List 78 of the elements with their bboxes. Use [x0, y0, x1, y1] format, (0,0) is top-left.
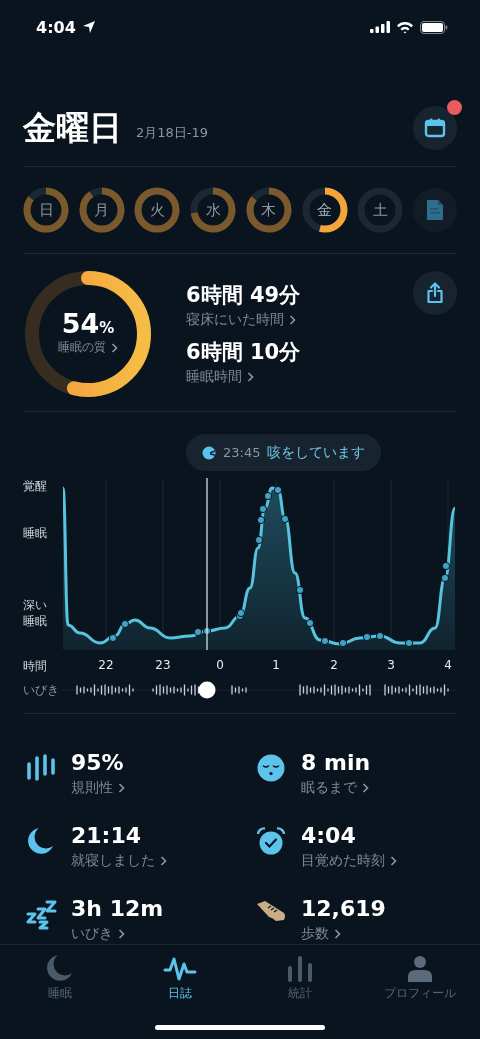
- day-ring-button[interactable]: 日: [23, 187, 69, 233]
- tab[interactable]: プロフィール: [360, 954, 480, 1002]
- stat-link[interactable]: 眠るまで: [301, 779, 371, 797]
- stat-value: 95%: [71, 750, 125, 776]
- chevron-icon: [289, 315, 296, 325]
- stat-link[interactable]: 歩数: [301, 925, 386, 943]
- stat-value: 21:14: [71, 823, 143, 849]
- quality-value: 54: [61, 308, 100, 339]
- day-title: 金曜日: [23, 106, 122, 149]
- tab[interactable]: 日誌: [120, 954, 240, 1002]
- battery-icon: [420, 20, 448, 34]
- bars-icon: [26, 754, 56, 781]
- tab[interactable]: 睡眠: [0, 954, 120, 1002]
- report-button[interactable]: [412, 188, 457, 232]
- moon-icon: [28, 827, 54, 855]
- metric-link[interactable]: 睡眠時間: [186, 368, 301, 386]
- person-icon: [407, 955, 433, 982]
- chevron-icon: [390, 856, 397, 866]
- axis-tick-label: 23: [155, 658, 171, 672]
- stat-value: 12,619: [301, 896, 386, 922]
- metric-link[interactable]: 寝床にいた時間: [186, 311, 301, 329]
- day-ring-button[interactable]: 木: [245, 187, 292, 233]
- axis-label: 睡眠: [23, 525, 48, 541]
- stat-link[interactable]: 就寝しました: [71, 852, 167, 870]
- alarm-clock-icon: [257, 827, 285, 856]
- axis-tick-label: 1: [272, 658, 280, 672]
- day-ring-button[interactable]: 土: [357, 187, 404, 233]
- chevron-icon: [111, 342, 118, 353]
- tab[interactable]: 統計: [240, 954, 360, 1002]
- wifi-icon: [396, 20, 414, 34]
- stat-link[interactable]: 目覚めた時刻: [301, 852, 397, 870]
- axis-tick-label: 2: [330, 658, 338, 672]
- day-ring-button[interactable]: 火: [134, 187, 181, 233]
- day-ring-button[interactable]: 月: [78, 187, 125, 233]
- signal-icon: [370, 21, 390, 33]
- calendar-button[interactable]: [413, 106, 457, 150]
- status-time: 4:04: [36, 17, 76, 37]
- sleepy-face-icon: [257, 754, 285, 782]
- stat-link[interactable]: 規則性: [71, 779, 125, 797]
- metric-value: 6時間 49分: [186, 282, 301, 309]
- axis-label: 深い睡眠: [23, 597, 48, 629]
- share-icon: [426, 282, 444, 304]
- axis-label: 覚醒: [23, 478, 48, 494]
- document-icon: [425, 199, 444, 221]
- event-text: 咳をしています: [267, 443, 366, 462]
- chevron-icon: [118, 929, 125, 939]
- chevron-icon: [334, 929, 341, 939]
- metric-value: 6時間 10分: [186, 339, 301, 366]
- stat-value: 4:04: [301, 823, 357, 849]
- share-button[interactable]: [413, 271, 457, 315]
- snore-label: いびき: [23, 681, 60, 699]
- cough-icon: [202, 445, 216, 460]
- axis-tick-label: 4: [444, 658, 452, 672]
- location-arrow-icon: [81, 20, 96, 34]
- day-ring-button[interactable]: 金: [301, 187, 348, 233]
- pulse-wave-icon: [163, 956, 197, 982]
- stat-value: 8 min: [301, 750, 371, 776]
- axis-tick-label: 22: [98, 658, 114, 672]
- bar-chart-icon: [287, 956, 313, 982]
- timeline-handle[interactable]: [198, 681, 216, 699]
- percent-sign: %: [99, 319, 115, 337]
- quality-link[interactable]: 睡眠の質: [58, 339, 118, 356]
- axis-tick-label: 3: [387, 658, 395, 672]
- date-range: 2月18日-19: [136, 124, 209, 142]
- stat-link[interactable]: いびき: [71, 925, 164, 943]
- calendar-icon: [424, 118, 446, 138]
- axis-title: 時間: [23, 657, 48, 675]
- chevron-icon: [118, 783, 125, 793]
- axis-tick-label: 0: [216, 658, 224, 672]
- shoe-icon: [256, 900, 286, 922]
- moon-icon: [47, 954, 73, 982]
- stat-value: 3h 12m: [71, 896, 164, 922]
- chevron-icon: [160, 856, 167, 866]
- event-time: 23:45: [223, 445, 261, 460]
- chevron-icon: [362, 783, 369, 793]
- day-ring-button[interactable]: 水: [190, 187, 237, 233]
- chevron-icon: [247, 372, 254, 382]
- snore-icon: [25, 900, 57, 930]
